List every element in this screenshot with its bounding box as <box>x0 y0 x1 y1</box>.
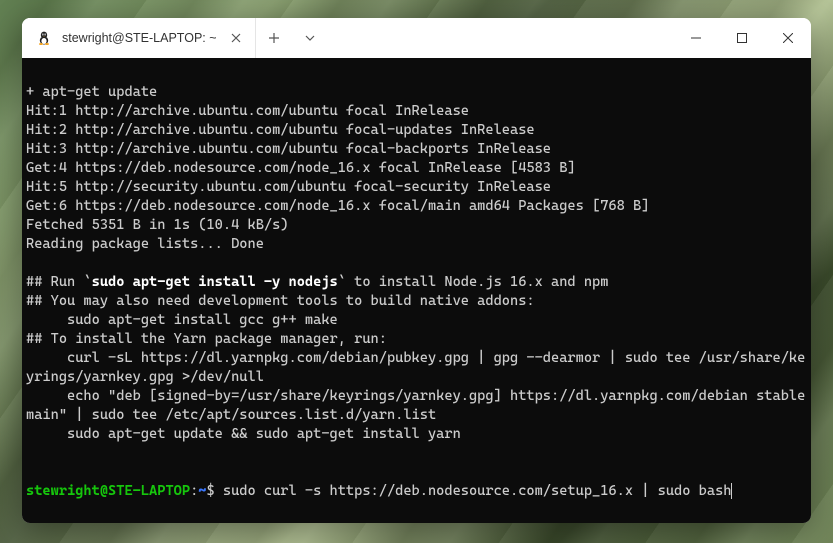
titlebar: stewright@STE-LAPTOP: ~ <box>22 18 811 58</box>
cursor <box>731 483 732 499</box>
terminal-window: stewright@STE-LAPTOP: ~ + <box>22 18 811 523</box>
window-controls <box>673 18 811 58</box>
terminal-line: Get:4 https://deb.nodesource.com/node_16… <box>26 160 576 176</box>
tab-dropdown-button[interactable] <box>292 18 328 58</box>
tux-icon <box>36 30 52 46</box>
terminal-line: Hit:5 http://security.ubuntu.com/ubuntu … <box>26 179 551 195</box>
terminal-line: sudo apt-get update && sudo apt-get inst… <box>26 426 461 442</box>
prompt-command: sudo curl -s https://deb.nodesource.com/… <box>223 483 732 499</box>
new-tab-button[interactable] <box>256 18 292 58</box>
close-button[interactable] <box>765 18 811 58</box>
tab-title: stewright@STE-LAPTOP: ~ <box>62 31 217 45</box>
terminal-line: ` to install Node.js 16.x and npm <box>338 274 609 290</box>
tab-actions <box>256 18 328 58</box>
minimize-button[interactable] <box>673 18 719 58</box>
prompt-dollar: $ <box>206 483 222 499</box>
terminal-line: ## You may also need development tools t… <box>26 293 535 309</box>
terminal-line: + apt-get update <box>26 84 157 100</box>
terminal-line: ## Run ` <box>26 274 92 290</box>
terminal-line: Fetched 5351 B in 1s (10.4 kB/s) <box>26 217 289 233</box>
terminal-line: Reading package lists... Done <box>26 236 264 252</box>
terminal-line: sudo apt-get install gcc g++ make <box>26 312 338 328</box>
tab-active[interactable]: stewright@STE-LAPTOP: ~ <box>22 18 256 58</box>
terminal-bold: sudo apt-get install -y nodejs <box>92 274 338 290</box>
terminal-line: ## To install the Yarn package manager, … <box>26 331 387 347</box>
terminal-line: Get:6 https://deb.nodesource.com/node_16… <box>26 198 649 214</box>
terminal-line: echo "deb [signed-by=/usr/share/keyrings… <box>26 388 811 423</box>
prompt-user-host: stewright@STE-LAPTOP <box>26 483 190 499</box>
terminal-line: Hit:3 http://archive.ubuntu.com/ubuntu f… <box>26 141 551 157</box>
terminal-body[interactable]: + apt-get update Hit:1 http://archive.ub… <box>22 58 811 523</box>
tab-close-button[interactable] <box>227 29 245 47</box>
terminal-line: Hit:2 http://archive.ubuntu.com/ubuntu f… <box>26 122 535 138</box>
terminal-line: curl -sL https://dl.yarnpkg.com/debian/p… <box>26 350 805 385</box>
maximize-button[interactable] <box>719 18 765 58</box>
titlebar-drag-area[interactable] <box>328 18 673 58</box>
terminal-line: Hit:1 http://archive.ubuntu.com/ubuntu f… <box>26 103 469 119</box>
